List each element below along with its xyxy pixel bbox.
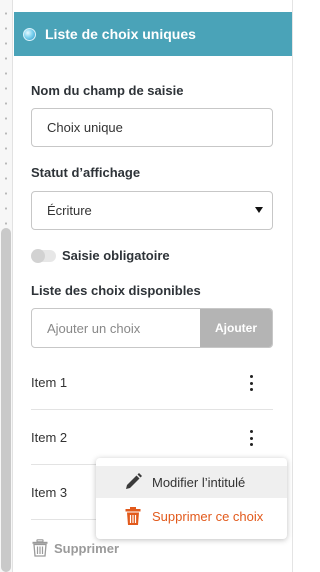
choice-item-label: Item 1	[31, 374, 68, 390]
radio-dot-icon	[23, 27, 36, 41]
field-name-input[interactable]: Choix unique	[31, 108, 273, 147]
choice-item-label: Item 3	[31, 484, 68, 500]
kebab-icon[interactable]	[249, 375, 253, 391]
delete-field-button[interactable]: Supprimer	[32, 537, 119, 559]
page: Liste de choix uniques Nom du champ de s…	[0, 0, 299, 572]
field-name-label: Nom du champ de saisie	[31, 83, 184, 98]
add-choice-button[interactable]: Ajouter	[200, 309, 272, 347]
required-label: Saisie obligatoire	[62, 248, 170, 263]
panel-header: Liste de choix uniques	[14, 12, 292, 56]
scrollbar-thumb[interactable]	[1, 228, 11, 572]
required-toggle[interactable]	[31, 249, 56, 263]
display-status-value: Écriture	[47, 203, 92, 218]
display-status-select[interactable]: Écriture	[31, 191, 273, 230]
trash-icon	[125, 507, 141, 525]
display-status-label: Statut d’affichage	[31, 165, 141, 180]
kebab-icon[interactable]	[249, 430, 253, 446]
toggle-knob	[31, 249, 45, 263]
panel-border	[292, 0, 293, 572]
caret-down-icon	[255, 207, 263, 213]
panel-title: Liste de choix uniques	[45, 26, 196, 42]
edit-choice-label: Modifier l’intitulé	[152, 474, 246, 490]
choice-item-label: Item 2	[31, 429, 68, 445]
field-name-value: Choix unique	[47, 120, 123, 135]
edit-choice-menu-item[interactable]: Modifier l’intitulé	[96, 466, 287, 498]
choices-label: Liste des choix disponibles	[31, 283, 201, 298]
delete-choice-menu-item[interactable]: Supprimer ce choix	[96, 500, 287, 532]
choice-item: Item 2	[31, 410, 273, 465]
properties-panel: Liste de choix uniques Nom du champ de s…	[14, 0, 292, 572]
trash-icon	[32, 539, 48, 557]
left-gutter	[0, 0, 13, 572]
pencil-icon	[126, 473, 142, 489]
choice-item: Item 1	[31, 355, 273, 410]
delete-choice-label: Supprimer ce choix	[152, 508, 264, 524]
add-choice-input[interactable]: Ajouter un choix	[32, 309, 200, 347]
delete-field-label: Supprimer	[54, 540, 120, 556]
choice-context-menu: Modifier l’intitulé Supprimer ce choix	[96, 458, 287, 539]
add-choice-group: Ajouter un choix Ajouter	[31, 308, 273, 348]
